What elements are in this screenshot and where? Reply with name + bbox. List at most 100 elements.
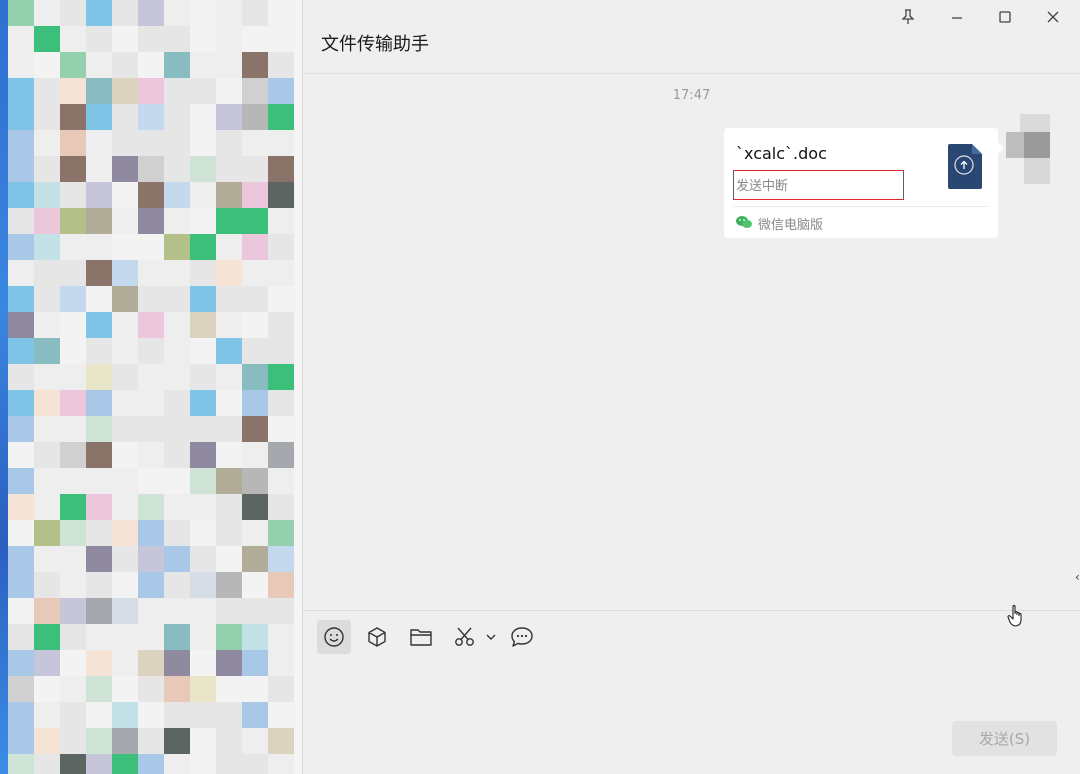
mosaic-tile [138, 338, 164, 364]
mosaic-tile [138, 156, 164, 182]
mosaic-tile [34, 364, 60, 390]
close-icon[interactable] [1042, 6, 1064, 28]
chat-window: 文件传输助手 17:47 `xcalc`.doc 发送中断 微信电脑版 发送(S… [303, 0, 1080, 774]
mosaic-tile [8, 676, 34, 702]
mosaic-tile [60, 442, 86, 468]
mosaic-tile [190, 0, 216, 26]
mosaic-tile [268, 572, 294, 598]
mosaic-tile [190, 624, 216, 650]
minimize-icon[interactable] [946, 6, 968, 28]
chat-history-icon[interactable] [505, 620, 539, 654]
mosaic-tile [242, 234, 268, 260]
mosaic-tile [34, 156, 60, 182]
mosaic-tile [190, 260, 216, 286]
mosaic-tile [86, 234, 112, 260]
box-icon[interactable] [360, 620, 394, 654]
mosaic-tile [138, 676, 164, 702]
file-message-card[interactable]: `xcalc`.doc 发送中断 微信电脑版 [724, 128, 1004, 238]
pin-icon[interactable] [897, 6, 919, 28]
emoji-icon[interactable] [317, 620, 351, 654]
mosaic-tile [268, 156, 294, 182]
mosaic-tile [164, 260, 190, 286]
message-input[interactable] [303, 660, 1080, 710]
mosaic-tile [60, 260, 86, 286]
mosaic-tile [242, 260, 268, 286]
mosaic-tile [86, 754, 112, 774]
mosaic-tile [8, 208, 34, 234]
mosaic-tile [268, 104, 294, 130]
mosaic-tile [138, 312, 164, 338]
mosaic-tile [164, 130, 190, 156]
mosaic-tile [242, 728, 268, 754]
mosaic-tile [112, 208, 138, 234]
mosaic-tile [216, 702, 242, 728]
chevron-down-icon[interactable] [481, 620, 501, 654]
mosaic-tile [164, 546, 190, 572]
mosaic-tile [190, 52, 216, 78]
mosaic-tile [86, 494, 112, 520]
mosaic-tile [190, 182, 216, 208]
mosaic-tile [164, 338, 190, 364]
mosaic-tile [86, 286, 112, 312]
mosaic-tile [190, 312, 216, 338]
mosaic-tile [164, 0, 190, 26]
mosaic-tile [242, 0, 268, 26]
mosaic-tile [190, 494, 216, 520]
scissors-icon[interactable] [448, 620, 482, 654]
mosaic-tile [164, 702, 190, 728]
mosaic-tile [8, 728, 34, 754]
mosaic-tile [8, 78, 34, 104]
maximize-icon[interactable] [994, 6, 1016, 28]
mosaic-tile [242, 364, 268, 390]
mosaic-tile [34, 26, 60, 52]
mosaic-tile [164, 182, 190, 208]
mosaic-tile [138, 468, 164, 494]
mosaic-tile [112, 182, 138, 208]
mosaic-tile [34, 728, 60, 754]
mosaic-tile [216, 208, 242, 234]
mosaic-tile [8, 52, 34, 78]
mosaic-tile [164, 364, 190, 390]
mosaic-tile [86, 130, 112, 156]
mosaic-tile [8, 546, 34, 572]
avatar[interactable] [1006, 114, 1050, 186]
mosaic-tile [60, 676, 86, 702]
mosaic-tile [86, 468, 112, 494]
mosaic-tile [34, 338, 60, 364]
mosaic-tile [112, 494, 138, 520]
mosaic-tile [216, 156, 242, 182]
mosaic-tile [216, 520, 242, 546]
folder-icon[interactable] [404, 620, 438, 654]
mosaic-tile [216, 390, 242, 416]
mosaic-tile [164, 78, 190, 104]
mosaic-tile [242, 494, 268, 520]
mosaic-tile [138, 754, 164, 774]
mosaic-tile [242, 624, 268, 650]
mosaic-tile [8, 260, 34, 286]
mosaic-tile [138, 624, 164, 650]
mosaic-tile [138, 442, 164, 468]
mosaic-tile [268, 442, 294, 468]
send-button[interactable]: 发送(S) [952, 721, 1057, 756]
mosaic-tile [138, 364, 164, 390]
mosaic-tile [34, 676, 60, 702]
mosaic-tile [138, 598, 164, 624]
mosaic-tile [86, 26, 112, 52]
mosaic-tile [8, 286, 34, 312]
mosaic-tile [216, 468, 242, 494]
mosaic-tile [164, 234, 190, 260]
mosaic-tile [8, 182, 34, 208]
mosaic-tile [164, 416, 190, 442]
mosaic-tile [8, 702, 34, 728]
mosaic-tile [216, 260, 242, 286]
mosaic-tile [8, 234, 34, 260]
mosaic-tile [216, 572, 242, 598]
resize-edge-icon: ‹ [1075, 570, 1080, 584]
mosaic-tile [86, 520, 112, 546]
mosaic-tile [34, 416, 60, 442]
mosaic-tile [138, 702, 164, 728]
mosaic-tile [8, 468, 34, 494]
mosaic-tile [112, 520, 138, 546]
mosaic-tile [216, 754, 242, 774]
mosaic-tile [190, 546, 216, 572]
